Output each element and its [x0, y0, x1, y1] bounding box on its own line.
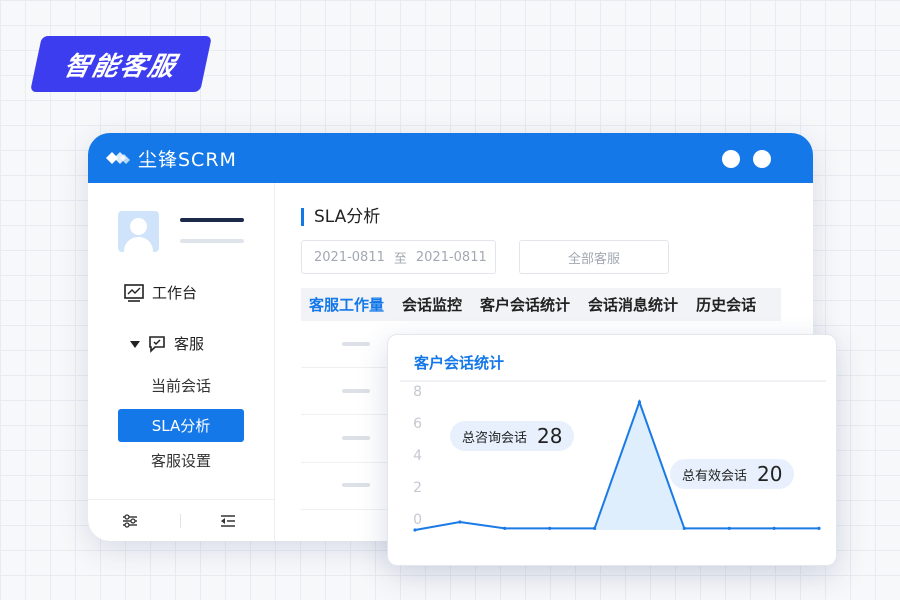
chart-data-point: [817, 526, 821, 530]
chart-data-point: [592, 526, 597, 530]
chart-data-point: [682, 526, 686, 530]
window-control-dot[interactable]: [753, 150, 771, 168]
page-title: SLA分析: [301, 208, 380, 226]
brand-name: 尘锋SCRM: [138, 148, 237, 171]
title-bar: 尘锋SCRM: [88, 133, 813, 183]
y-tick-label: 0: [413, 512, 422, 528]
tab-workload[interactable]: 客服工作量: [309, 294, 384, 315]
sidebar-item-service[interactable]: 客服: [130, 333, 204, 354]
sidebar-item-workbench[interactable]: 工作台: [124, 282, 197, 303]
tab-bar: 客服工作量 会话监控 客户会话统计 会话消息统计 历史会话: [301, 288, 781, 321]
y-tick-label: 6: [413, 416, 422, 432]
sidebar-item-sla-analysis[interactable]: SLA分析: [118, 409, 244, 442]
chart-data-point: [772, 526, 776, 530]
date-range-picker[interactable]: 2021-0811 至 2021-0811: [301, 240, 496, 274]
collapse-menu-icon[interactable]: [220, 514, 236, 528]
stat-label: 总有效会话: [682, 468, 748, 484]
date-start: 2021-0811: [314, 249, 385, 265]
y-tick-label: 2: [413, 480, 422, 496]
stat-value: 28: [537, 424, 563, 448]
tab-session-monitor[interactable]: 会话监控: [402, 294, 462, 315]
user-role-placeholder: [180, 239, 244, 243]
chart-card: 客户会话统计 86420 总咨询会话 28 总有效会话 20: [387, 334, 837, 566]
service-chat-icon: [149, 335, 165, 353]
tab-history[interactable]: 历史会话: [696, 294, 756, 315]
total-consult-sessions-stat: 总咨询会话 28: [450, 421, 575, 451]
stat-label: 总咨询会话: [462, 430, 528, 446]
y-tick-label: 4: [413, 448, 422, 464]
sidebar-item-label: 客服: [174, 335, 205, 353]
tab-customer-session-stats[interactable]: 客户会话统计: [480, 294, 570, 315]
total-valid-sessions-stat: 总有效会话 20: [670, 459, 795, 489]
avatar[interactable]: [118, 211, 159, 252]
brand-logo-icon: [106, 152, 130, 164]
badge-label: 智能客服: [61, 51, 180, 82]
sidebar-item-label: 工作台: [152, 284, 198, 302]
sidebar-item-current-sessions[interactable]: 当前会话: [118, 369, 244, 402]
sidebar: 工作台 客服 当前会话 SLA分析 客服设置: [88, 183, 275, 541]
y-tick-label: 8: [413, 384, 422, 400]
agent-select-value: 全部客服: [567, 251, 620, 267]
product-badge: 智能客服: [30, 36, 212, 92]
sidebar-item-service-settings[interactable]: 客服设置: [118, 444, 244, 477]
chart-data-point: [413, 528, 417, 532]
date-end: 2021-0811: [415, 249, 487, 265]
date-separator: 至: [393, 251, 407, 267]
chart-data-point: [458, 520, 462, 524]
stat-value: 20: [757, 462, 783, 486]
chart-data-point: [503, 526, 507, 530]
username-placeholder: [180, 218, 244, 222]
tab-message-stats[interactable]: 会话消息统计: [588, 294, 678, 315]
chart-data-point: [727, 526, 731, 530]
chart-data-point: [637, 400, 642, 404]
caret-down-icon: [130, 340, 140, 348]
monitor-icon: [124, 283, 144, 302]
sliders-icon[interactable]: [122, 514, 138, 528]
window-control-dot[interactable]: [722, 150, 740, 168]
area-chart: 86420: [413, 384, 821, 532]
sidebar-footer: [88, 499, 274, 541]
chart-data-point: [548, 526, 552, 530]
agent-select[interactable]: 全部客服: [519, 240, 669, 274]
